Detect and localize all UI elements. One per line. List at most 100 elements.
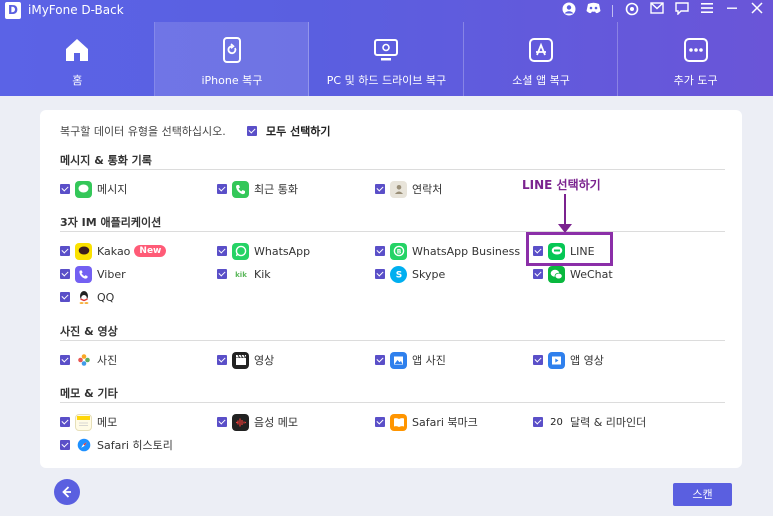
section-title-messages: 메시지 & 통화 기록 [60, 154, 152, 167]
item-calendar-reminders[interactable]: 20 달력 & 리마인더 [533, 413, 646, 431]
item-viber[interactable]: Viber [60, 265, 126, 283]
item-contacts[interactable]: 연락처 [375, 180, 442, 198]
app-logo: D [5, 2, 21, 19]
menu-icon[interactable] [698, 2, 715, 19]
checkbox[interactable] [217, 355, 227, 365]
item-label: 음성 메모 [254, 416, 298, 429]
safari-icon [75, 436, 92, 454]
item-videos[interactable]: 영상 [217, 351, 274, 369]
close-icon[interactable] [748, 2, 765, 19]
item-qq[interactable]: QQ [60, 288, 114, 306]
checkbox[interactable] [533, 417, 543, 427]
tab-home-label: 홈 [72, 74, 83, 87]
bookmarks-icon [390, 413, 407, 431]
item-kik[interactable]: kik Kik [217, 265, 271, 283]
section-title-notes-other: 메모 & 기타 [60, 387, 118, 400]
item-label: 연락처 [412, 183, 443, 196]
settings-icon[interactable] [623, 2, 640, 19]
viber-icon [75, 265, 92, 283]
checkbox[interactable] [60, 269, 70, 279]
discord-icon[interactable] [585, 2, 602, 19]
item-skype[interactable]: S Skype [375, 265, 445, 283]
item-recent-calls[interactable]: 최근 통화 [217, 180, 298, 198]
section-divider [60, 231, 725, 232]
main-nav: 홈 iPhone 복구 PC 및 하드 드라이브 복구 소셜 앱 복구 추가 도… [0, 22, 773, 96]
tab-iphone-restore[interactable]: iPhone 복구 [154, 22, 310, 96]
kik-icon: kik [232, 265, 249, 283]
tab-pc-restore[interactable]: PC 및 하드 드라이브 복구 [309, 22, 464, 96]
checkbox[interactable] [60, 440, 70, 450]
checkbox[interactable] [375, 355, 385, 365]
item-messages[interactable]: 메시지 [60, 180, 127, 198]
user-icon[interactable] [560, 2, 577, 19]
whatsapp-icon [232, 242, 249, 260]
checkbox[interactable] [60, 292, 70, 302]
checkbox[interactable] [375, 184, 385, 194]
app-store-icon [528, 37, 554, 63]
checkbox[interactable] [60, 246, 70, 256]
checkbox[interactable] [375, 269, 385, 279]
back-button[interactable] [54, 479, 80, 505]
video-clapper-icon [232, 351, 249, 369]
tab-social-restore[interactable]: 소셜 앱 복구 [464, 22, 619, 96]
item-wechat[interactable]: WeChat [533, 265, 613, 283]
checkbox[interactable] [60, 417, 70, 427]
item-label: 영상 [254, 354, 275, 367]
section-divider [60, 402, 725, 403]
scan-button[interactable]: 스캔 [673, 483, 732, 506]
item-label: Skype [412, 267, 446, 281]
item-label: 앱 영상 [570, 354, 604, 367]
titlebar-separator [612, 4, 613, 17]
checkbox[interactable] [60, 355, 70, 365]
tab-more-tools[interactable]: 추가 도구 [618, 22, 773, 96]
more-tools-icon [683, 37, 709, 63]
item-app-photos[interactable]: 앱 사진 [375, 351, 446, 369]
qq-icon [75, 288, 92, 306]
item-kakao[interactable]: Kakao New [60, 242, 167, 260]
checkbox[interactable] [247, 126, 257, 136]
wechat-icon [548, 265, 565, 283]
contacts-icon [390, 180, 407, 198]
checkbox[interactable] [217, 246, 227, 256]
item-app-videos[interactable]: 앱 영상 [533, 351, 604, 369]
mail-icon[interactable] [648, 2, 665, 19]
checkbox[interactable] [217, 184, 227, 194]
select-all-checkbox[interactable]: 모두 선택하기 [247, 123, 331, 139]
item-whatsapp-business[interactable]: B WhatsApp Business [375, 242, 520, 260]
select-all-label: 모두 선택하기 [266, 125, 331, 138]
header: D iMyFone D-Back 홈 iPhone 복구 PC 및 하드 드라이… [0, 0, 773, 96]
item-label: Safari 히스토리 [97, 439, 173, 452]
checkbox[interactable] [375, 417, 385, 427]
checkbox[interactable] [533, 269, 543, 279]
checkbox[interactable] [533, 355, 543, 365]
item-photos[interactable]: 사진 [60, 351, 117, 369]
tab-pc-restore-label: PC 및 하드 드라이브 복구 [326, 74, 447, 87]
tab-social-restore-label: 소셜 앱 복구 [512, 74, 570, 87]
item-safari-history[interactable]: Safari 히스토리 [60, 436, 173, 454]
chat-icon[interactable] [673, 2, 690, 19]
item-voice-memos[interactable]: 음성 메모 [217, 413, 298, 431]
item-safari-bookmarks[interactable]: Safari 북마크 [375, 413, 478, 431]
item-whatsapp[interactable]: WhatsApp [217, 242, 310, 260]
annotation-label: LINE 선택하기 [522, 178, 601, 192]
item-label: Safari 북마크 [412, 416, 478, 429]
item-label: Viber [97, 267, 126, 281]
item-label: 사진 [97, 354, 118, 367]
checkbox[interactable] [217, 269, 227, 279]
monitor-icon [373, 37, 399, 63]
notes-icon [75, 413, 92, 431]
calendar-icon: 20 [548, 413, 565, 431]
phone-restore-icon [219, 37, 245, 63]
app-photo-icon [390, 351, 407, 369]
checkbox[interactable] [375, 246, 385, 256]
checkbox[interactable] [60, 184, 70, 194]
kakao-icon [75, 242, 92, 260]
tab-home[interactable]: 홈 [0, 22, 155, 96]
app-video-icon [548, 351, 565, 369]
item-label: WhatsApp [254, 244, 311, 258]
minimize-icon[interactable] [723, 2, 740, 19]
new-badge: New [134, 245, 167, 257]
checkbox[interactable] [217, 417, 227, 427]
tab-iphone-restore-label: iPhone 복구 [201, 74, 263, 87]
item-notes[interactable]: 메모 [60, 413, 117, 431]
